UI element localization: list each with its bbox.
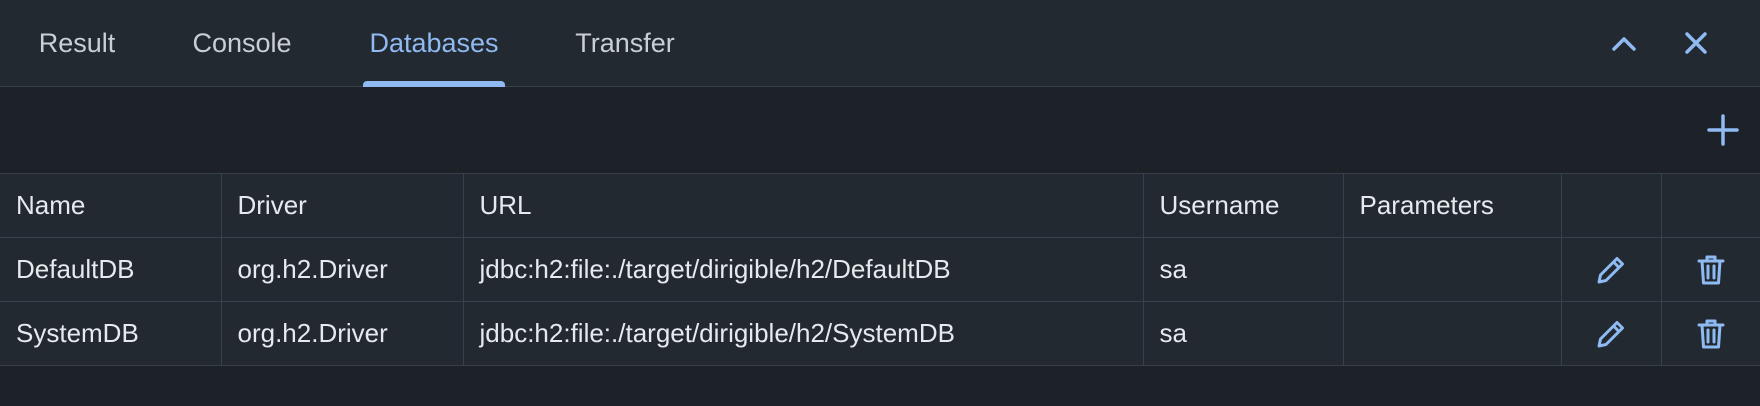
trash-icon[interactable] [1691,314,1731,354]
cell-delete [1661,301,1760,366]
tab-transfer[interactable]: Transfer [575,0,675,86]
cell-parameters [1343,237,1562,302]
table-header-row: Name Driver URL Username Parameters [0,174,1760,238]
cell-delete [1661,237,1760,302]
tab-bar: Result Console Databases Transfer [0,0,1760,87]
cell-edit [1561,237,1662,302]
table-row[interactable]: DefaultDB org.h2.Driver jdbc:h2:file:./t… [0,237,1760,302]
column-header-delete [1661,174,1760,238]
trash-icon[interactable] [1691,250,1731,290]
cell-name: DefaultDB [0,237,222,302]
column-header-edit [1561,174,1662,238]
cell-username: sa [1143,301,1344,366]
tab-databases[interactable]: Databases [369,0,498,86]
cell-parameters [1343,301,1562,366]
cell-url: jdbc:h2:file:./target/dirigible/h2/Syste… [463,301,1144,366]
cell-url: jdbc:h2:file:./target/dirigible/h2/Defau… [463,237,1144,302]
table-row[interactable]: SystemDB org.h2.Driver jdbc:h2:file:./ta… [0,301,1760,366]
chevron-up-icon[interactable] [1606,25,1642,61]
cell-driver: org.h2.Driver [221,237,464,302]
column-header-parameters[interactable]: Parameters [1343,174,1562,238]
column-header-username[interactable]: Username [1143,174,1344,238]
cell-driver: org.h2.Driver [221,301,464,366]
close-icon[interactable] [1678,25,1714,61]
pencil-icon[interactable] [1591,314,1631,354]
tab-result[interactable]: Result [39,0,116,86]
column-header-name[interactable]: Name [0,174,222,238]
databases-toolbar [0,87,1760,174]
tab-console[interactable]: Console [192,0,291,86]
column-header-url[interactable]: URL [463,174,1144,238]
pencil-icon[interactable] [1591,250,1631,290]
cell-name: SystemDB [0,301,222,366]
databases-table: Name Driver URL Username Parameters Defa… [0,174,1760,366]
cell-edit [1561,301,1662,366]
column-header-driver[interactable]: Driver [221,174,464,238]
plus-icon[interactable] [1704,111,1742,149]
cell-username: sa [1143,237,1344,302]
